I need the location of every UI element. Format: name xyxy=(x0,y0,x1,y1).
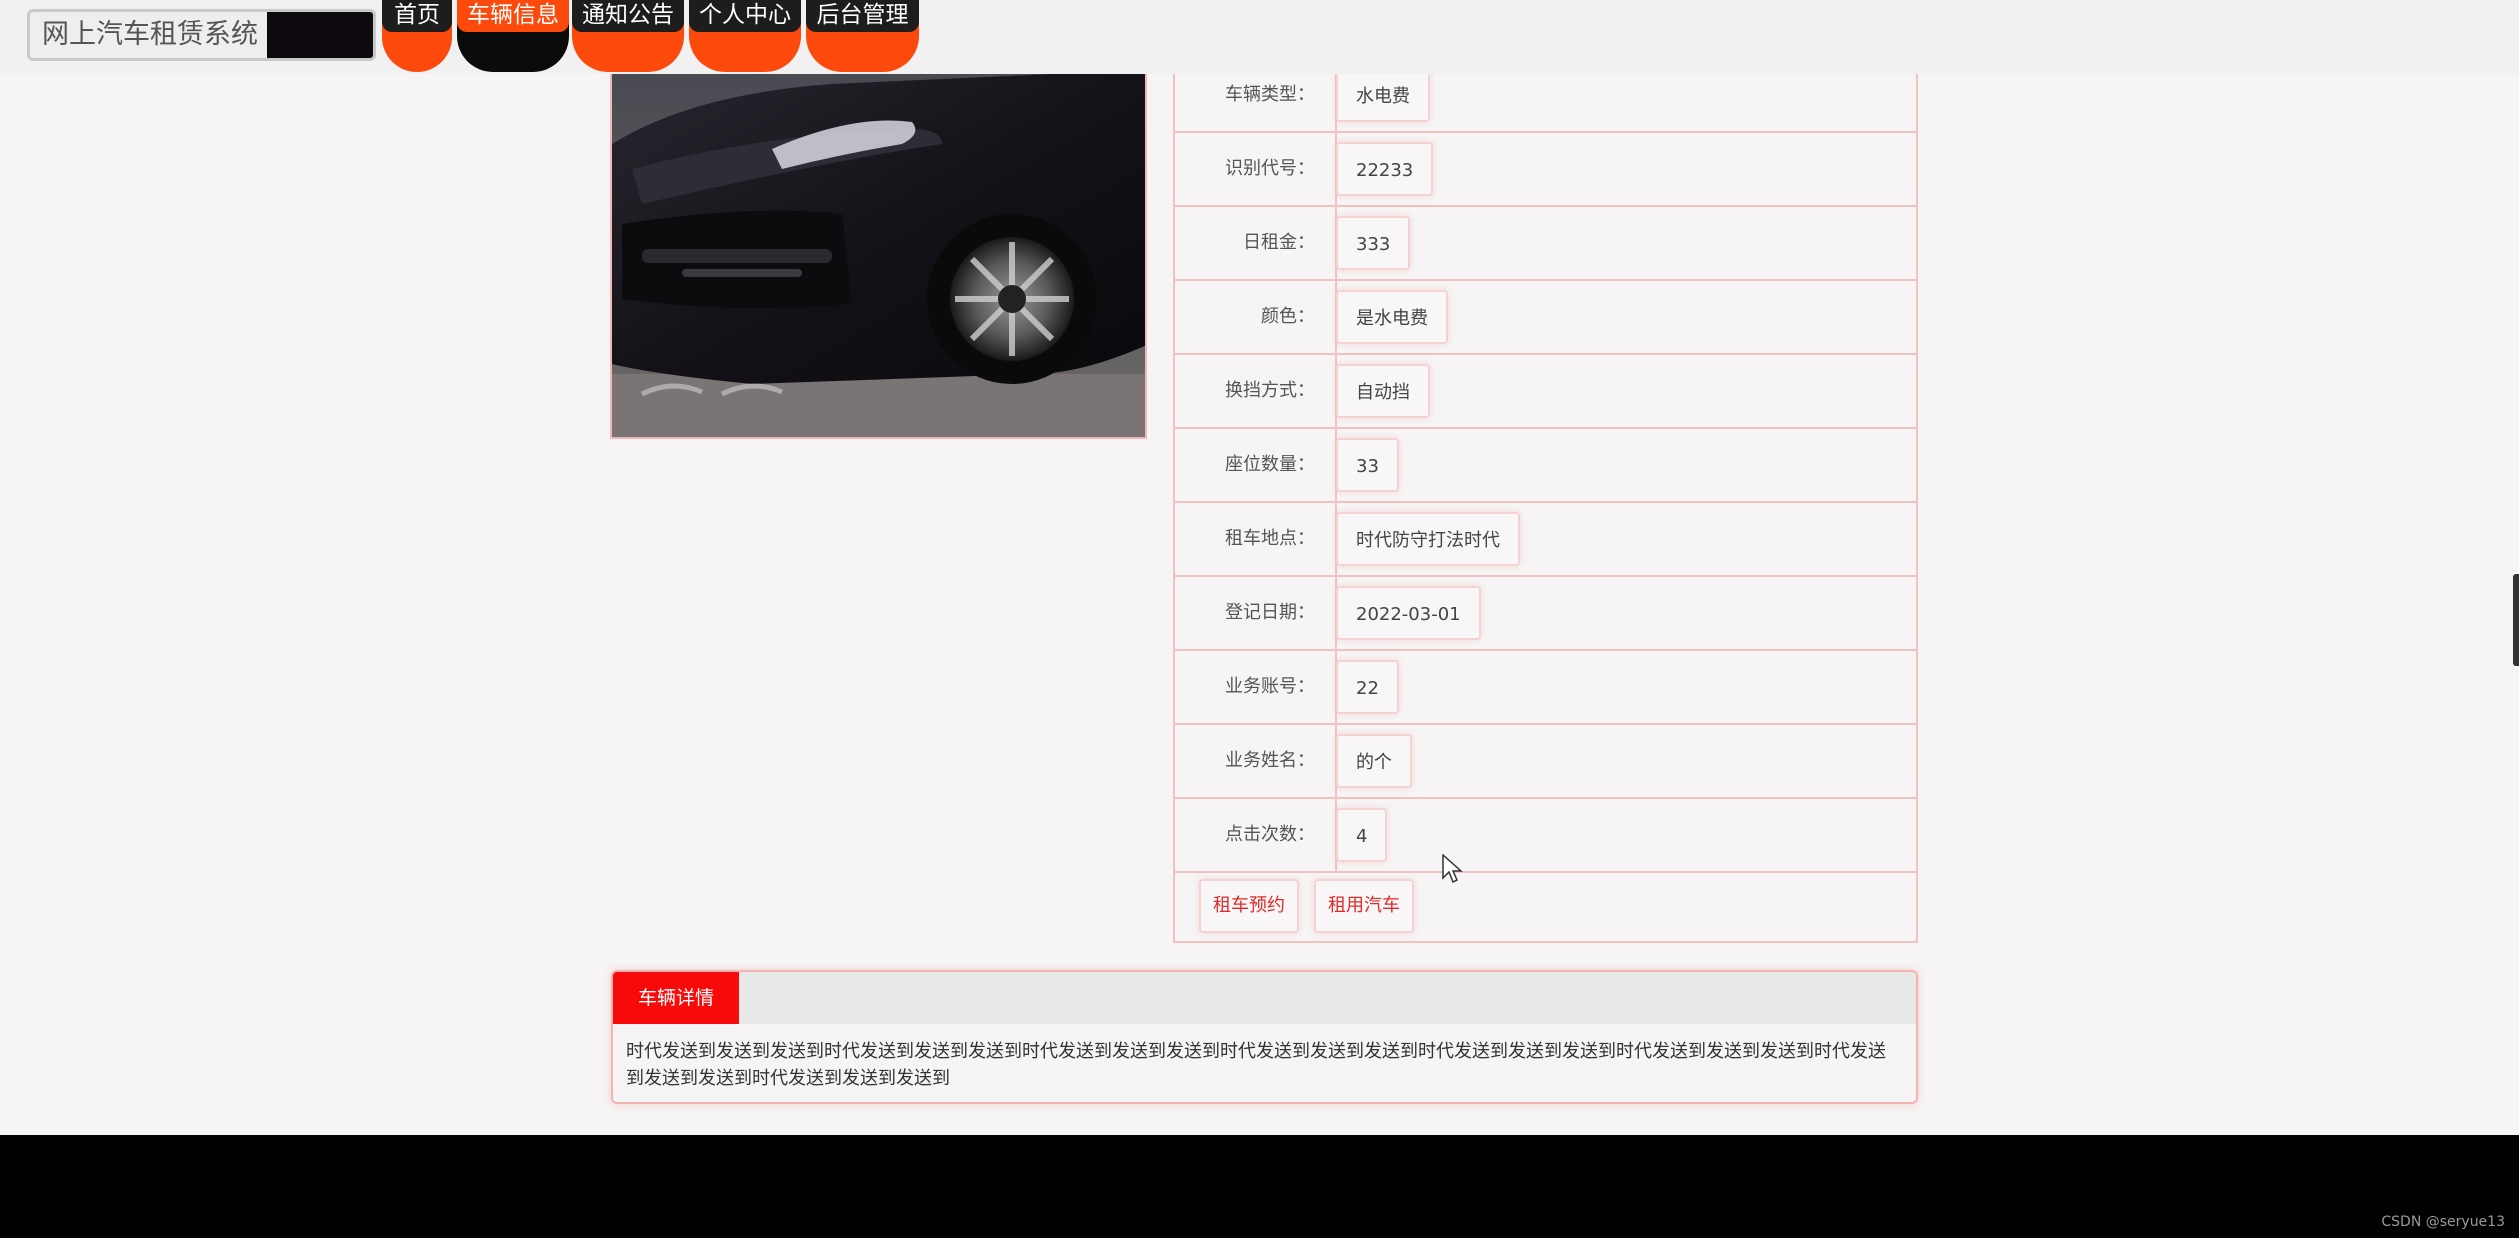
mouse-cursor-icon xyxy=(1442,854,1463,884)
field-label: 座位数量： xyxy=(1225,454,1315,475)
field-row-business-name: 业务姓名： 的个 xyxy=(1175,725,1916,799)
nav-notices[interactable]: 通知公告 xyxy=(572,0,684,72)
field-value: 自动挡 xyxy=(1336,364,1430,418)
field-row-daily-rent: 日租金： 333 xyxy=(1175,207,1916,281)
reserve-button[interactable]: 租车预约 xyxy=(1199,879,1299,933)
nav-personal-center[interactable]: 个人中心 xyxy=(689,0,801,72)
car-description-panel: 车辆详情 时代发送到发送到发送到时代发送到发送到发送到时代发送到发送到发送到时代… xyxy=(611,970,1918,1104)
field-row-transmission: 换挡方式： 自动挡 xyxy=(1175,355,1916,429)
field-label: 登记日期： xyxy=(1225,602,1315,623)
site-title-dark-block xyxy=(267,12,373,58)
rent-car-button[interactable]: 租用汽车 xyxy=(1314,879,1414,933)
field-row-click-count: 点击次数： 4 xyxy=(1175,799,1916,873)
watermark: CSDN @seryue13 xyxy=(2381,1214,2505,1230)
field-value: 4 xyxy=(1336,808,1388,862)
field-row-rental-location: 租车地点： 时代防守打法时代 xyxy=(1175,503,1916,577)
field-value: 水电费 xyxy=(1336,68,1430,122)
field-row-identification-code: 识别代号： 22233 xyxy=(1175,133,1916,207)
field-value: 的个 xyxy=(1336,734,1412,788)
nav-admin-label: 后台管理 xyxy=(806,0,919,32)
nav-admin[interactable]: 后台管理 xyxy=(806,0,919,72)
field-label: 换挡方式： xyxy=(1225,380,1315,401)
nav-personal-center-label: 个人中心 xyxy=(689,0,801,32)
field-label: 业务姓名： xyxy=(1225,750,1315,771)
car-detail-table: 车辆类型： 水电费 识别代号： 22233 日租金： 333 颜色： 是水电费 … xyxy=(1173,59,1918,943)
field-value: 22233 xyxy=(1336,142,1434,196)
site-title: 网上汽车租赁系统 xyxy=(42,19,258,50)
nav-car-info[interactable]: 车辆信息 xyxy=(457,0,569,72)
field-row-business-account: 业务账号： 22 xyxy=(1175,651,1916,725)
field-row-color: 颜色： 是水电费 xyxy=(1175,281,1916,355)
field-value: 是水电费 xyxy=(1336,290,1448,344)
field-label: 租车地点： xyxy=(1225,528,1315,549)
car-illustration xyxy=(612,74,1145,437)
nav-car-info-label: 车辆信息 xyxy=(457,0,569,32)
field-label: 业务账号： xyxy=(1225,676,1315,697)
field-value: 2022-03-01 xyxy=(1336,586,1481,640)
scrollbar-thumb[interactable] xyxy=(2513,574,2519,666)
description-text: 时代发送到发送到发送到时代发送到发送到发送到时代发送到发送到发送到时代发送到发送… xyxy=(626,1041,1886,1089)
car-image xyxy=(610,74,1147,439)
tab-car-details[interactable]: 车辆详情 xyxy=(613,972,739,1024)
nav-home[interactable]: 首页 xyxy=(382,0,452,72)
field-row-seat-count: 座位数量： 33 xyxy=(1175,429,1916,503)
top-bar: 网上汽车租赁系统 首页 车辆信息 通知公告 个人中心 后台管理 xyxy=(0,0,2519,74)
field-value: 22 xyxy=(1336,660,1399,714)
field-label: 日租金： xyxy=(1243,232,1315,253)
field-label: 识别代号： xyxy=(1225,158,1315,179)
action-bar: 租车预约 租用汽车 xyxy=(1175,874,1916,943)
nav-home-label: 首页 xyxy=(382,0,452,32)
footer: CSDN @seryue13 xyxy=(0,1135,2519,1238)
nav-notices-label: 通知公告 xyxy=(572,0,684,32)
field-value: 时代防守打法时代 xyxy=(1336,512,1520,566)
site-title-box: 网上汽车租赁系统 xyxy=(27,9,376,61)
field-label: 颜色： xyxy=(1261,306,1315,327)
field-value: 333 xyxy=(1336,216,1411,270)
field-row-registration-date: 登记日期： 2022-03-01 xyxy=(1175,577,1916,651)
field-value: 33 xyxy=(1336,438,1399,492)
description-tab-bar: 车辆详情 xyxy=(613,972,1916,1024)
field-label: 点击次数： xyxy=(1225,824,1315,845)
